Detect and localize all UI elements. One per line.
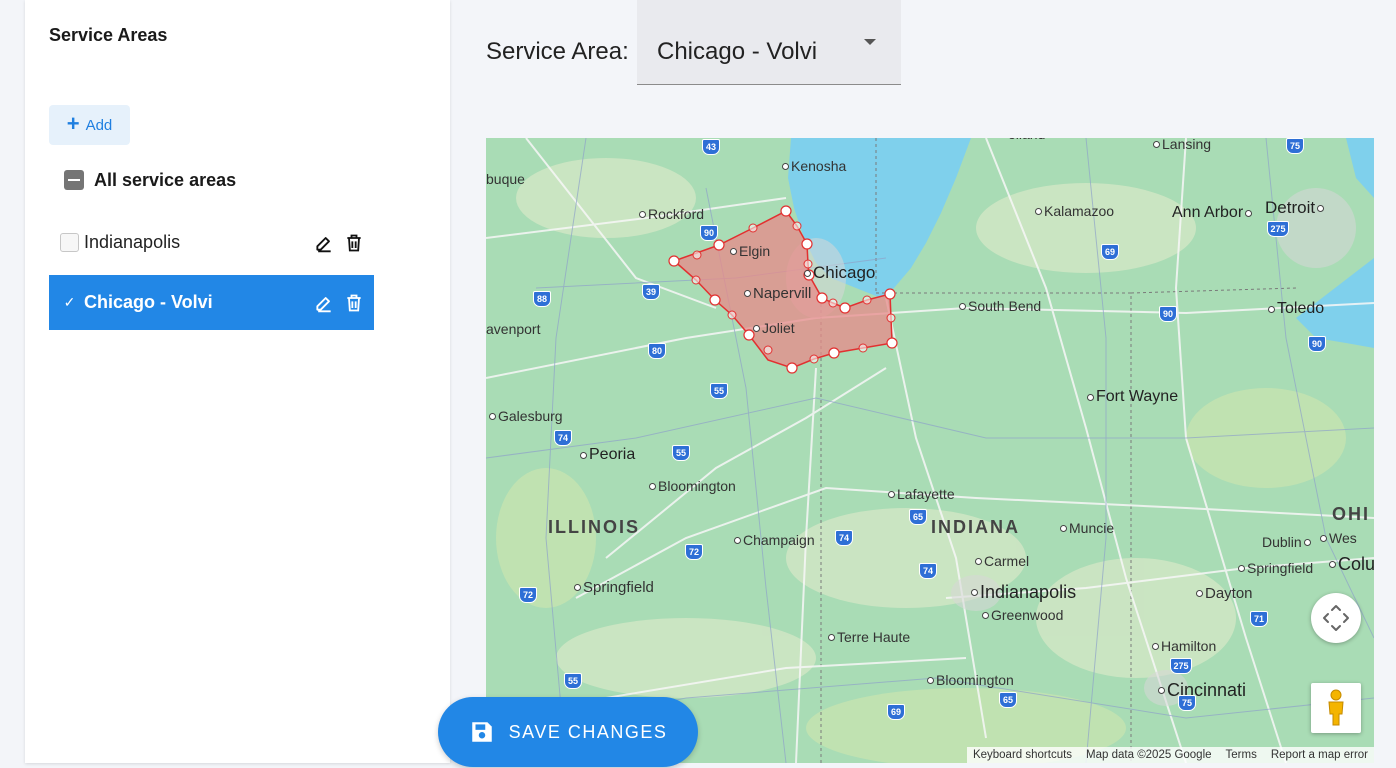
city-label: Kenosha (782, 158, 846, 174)
highway-shield: 55 (710, 383, 728, 399)
move-arrows-icon (1323, 605, 1349, 631)
city-label: Greenwood (982, 607, 1063, 623)
map-pan-control[interactable] (1311, 593, 1361, 643)
city-label: Bloomington (927, 672, 1014, 688)
highway-shield: 55 (672, 445, 690, 461)
city-label: Toledo (1268, 300, 1324, 318)
city-label: Hamilton (1152, 638, 1216, 654)
pegman-icon (1328, 689, 1344, 726)
city-label: Detroit (1265, 198, 1325, 218)
report-error-link[interactable]: Report a map error (1271, 749, 1368, 761)
city-label: Elgin (730, 243, 770, 259)
city-label: Springfield (1238, 560, 1313, 576)
service-area-select[interactable]: Chicago - Volvi (637, 0, 901, 85)
city-label: Indianapolis (971, 582, 1076, 603)
city-label: Muncie (1060, 520, 1114, 536)
highway-shield: 39 (642, 284, 660, 300)
service-area-row-indianapolis[interactable]: Indianapolis (49, 215, 374, 270)
city-label: Joliet (753, 320, 795, 336)
add-button[interactable]: + Add (49, 105, 130, 145)
state-label: OHI (1332, 504, 1371, 524)
city-label: Chicago (804, 263, 875, 283)
highway-shield: 65 (909, 509, 927, 525)
street-view-pegman[interactable] (1311, 683, 1361, 733)
highway-shield: 74 (554, 430, 572, 446)
selected-value: Chicago - Volvi (657, 38, 818, 65)
checkbox[interactable] (60, 233, 79, 252)
city-label: Kalamazoo (1035, 203, 1114, 219)
city-label: Cincinnati (1158, 680, 1246, 701)
highway-shield: 65 (999, 692, 1017, 708)
chevron-down-icon (864, 39, 876, 45)
highway-shield: 275 (1267, 221, 1289, 237)
city-label: Peoria (580, 446, 635, 464)
city-label: Springfield (574, 579, 654, 596)
city-label: Rockford (639, 206, 704, 222)
highway-shield: 69 (887, 704, 905, 720)
highway-shield: 90 (1159, 306, 1177, 322)
edit-icon[interactable] (314, 233, 334, 253)
city-label: Galesburg (489, 408, 563, 424)
service-area-label: Chicago - Volvi (84, 292, 213, 312)
save-icon (471, 722, 492, 742)
highway-shield: 88 (533, 291, 551, 307)
service-area-row-chicago-volvi[interactable]: ✓ Chicago - Volvi (49, 275, 374, 330)
plus-icon: + (66, 111, 80, 136)
save-label: SAVE CHANGES (508, 721, 668, 742)
city-label: Champaign (734, 532, 815, 548)
map[interactable]: Kenosha olland Rockford buque Elgin Chic… (486, 138, 1374, 763)
state-label: INDIANA (931, 517, 1020, 537)
city-label: buque (486, 171, 525, 187)
highway-shield: 90 (700, 225, 718, 241)
service-areas-panel: Service Areas + Add All service areas In… (25, 0, 450, 763)
delete-icon[interactable] (344, 233, 364, 253)
city-label: Terre Haute (828, 629, 910, 645)
highway-shield: 72 (519, 587, 537, 603)
add-label: Add (85, 116, 113, 134)
terms-link[interactable]: Terms (1226, 749, 1257, 761)
all-service-areas-label: All service areas (94, 169, 237, 190)
city-label: Wes (1320, 530, 1357, 546)
highway-shield: 80 (648, 343, 666, 359)
highway-shield: 55 (564, 673, 582, 689)
city-label: Dublin (1262, 534, 1311, 550)
highway-shield: 90 (1308, 336, 1326, 352)
city-label: Lansing (1153, 138, 1211, 152)
highway-shield: 74 (919, 563, 937, 579)
city-label: Dayton (1196, 585, 1253, 602)
city-label: Fort Wayne (1087, 388, 1178, 406)
city-label: olland (1008, 138, 1045, 142)
highway-shield: 74 (835, 530, 853, 546)
highway-shield: 43 (702, 139, 720, 155)
panel-title: Service Areas (49, 25, 168, 45)
keyboard-shortcuts-link[interactable]: Keyboard shortcuts (973, 749, 1072, 761)
delete-icon[interactable] (344, 293, 364, 313)
highway-shield: 75 (1178, 695, 1196, 711)
city-label: Napervill (744, 285, 811, 302)
city-label: avenport (486, 321, 541, 337)
map-data-label: Map data ©2025 Google (1086, 749, 1212, 761)
city-label: Lafayette (888, 486, 955, 502)
highway-shield: 72 (685, 544, 703, 560)
edit-icon[interactable] (314, 293, 334, 313)
highway-shield: 275 (1170, 658, 1192, 674)
service-area-label: Service Area: (486, 38, 629, 65)
highway-shield: 71 (1250, 611, 1268, 627)
save-changes-button[interactable]: SAVE CHANGES (438, 697, 698, 767)
all-service-areas-toggle[interactable]: All service areas (64, 168, 236, 192)
city-label: Bloomington (649, 478, 736, 494)
indeterminate-checkbox[interactable] (64, 170, 84, 190)
highway-shield: 69 (1101, 244, 1119, 260)
city-label: Ann Arbor (1172, 204, 1253, 222)
map-attribution: Keyboard shortcuts Map data ©2025 Google… (966, 747, 1374, 763)
highway-shield: 75 (1286, 138, 1304, 154)
city-label: Carmel (975, 553, 1029, 569)
state-label: ILLINOIS (548, 517, 640, 537)
city-label: Colu (1329, 554, 1374, 575)
service-area-label: Indianapolis (84, 232, 181, 252)
checkmark-icon[interactable]: ✓ (60, 293, 79, 312)
city-label: South Bend (959, 298, 1041, 314)
